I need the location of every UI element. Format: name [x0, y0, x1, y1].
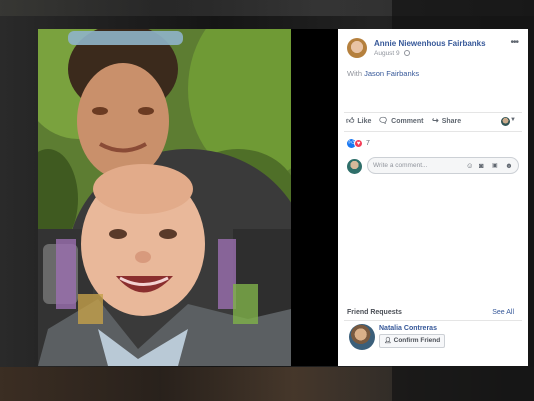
- photo-illustration: [38, 29, 291, 366]
- friend-requests-heading: Friend Requests: [347, 309, 402, 316]
- emoji-icon[interactable]: ☺: [466, 161, 474, 170]
- with-prefix: With: [347, 69, 362, 78]
- photo-viewer: Annie Niewenhous Fairbanks August 9 ••• …: [38, 29, 528, 366]
- divider: [344, 320, 522, 321]
- more-icon[interactable]: •••: [510, 37, 518, 48]
- sticker-icon[interactable]: ☻: [505, 161, 513, 170]
- friend-request-avatar[interactable]: [349, 324, 375, 350]
- share-as-avatar[interactable]: [501, 117, 510, 126]
- add-friend-icon: 👤︎: [384, 338, 392, 344]
- comment-input[interactable]: [373, 160, 461, 171]
- reaction-count: 7: [366, 140, 370, 147]
- tagged-with-line: With Jason Fairbanks: [347, 69, 419, 78]
- author-name[interactable]: Annie Niewenhous Fairbanks: [374, 39, 486, 48]
- share-label: Share: [441, 118, 462, 125]
- globe-icon: [404, 50, 410, 56]
- camera-icon[interactable]: ◙: [479, 161, 484, 170]
- confirm-friend-button[interactable]: 👤︎ Confirm Friend: [379, 334, 446, 348]
- commenter-avatar: [347, 159, 362, 174]
- comment-label: Comment: [391, 118, 424, 125]
- thumbs-up-icon: 👍︎: [346, 116, 355, 125]
- comment-button[interactable]: 🗨︎ Comment: [378, 116, 423, 125]
- post-photo[interactable]: [38, 29, 291, 366]
- tagged-person-link[interactable]: Jason Fairbanks: [364, 69, 419, 78]
- friend-request-name[interactable]: Natalia Contreras: [379, 325, 437, 332]
- see-all-link[interactable]: See All: [492, 309, 514, 316]
- chevron-down-icon[interactable]: ▼: [510, 117, 516, 123]
- post-action-bar: 👍︎ Like 🗨︎ Comment ↪ Share ▼: [344, 112, 522, 132]
- author-avatar[interactable]: [347, 38, 367, 58]
- like-button[interactable]: 👍︎ Like: [346, 116, 371, 126]
- post-side-panel: Annie Niewenhous Fairbanks August 9 ••• …: [338, 29, 528, 366]
- like-label: Like: [357, 118, 372, 125]
- share-arrow-icon: ↪: [432, 116, 439, 125]
- speech-bubble-icon: 🗨︎: [378, 116, 389, 125]
- confirm-friend-label: Confirm Friend: [393, 337, 441, 344]
- comment-composer[interactable]: ☺ ◙ ▣ ☻: [367, 157, 519, 174]
- love-reaction-icon: ♥: [354, 139, 363, 148]
- gif-icon[interactable]: ▣: [492, 162, 498, 169]
- share-button[interactable]: ↪ Share: [432, 116, 461, 125]
- post-date[interactable]: August 9: [374, 50, 400, 57]
